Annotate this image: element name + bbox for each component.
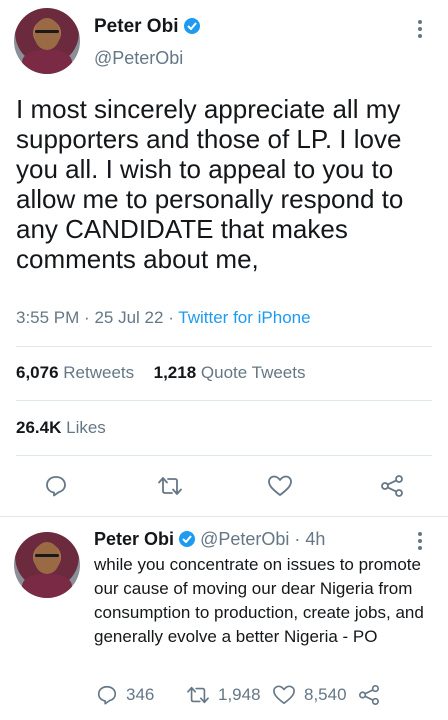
share-icon [381,475,403,497]
reply-button[interactable] [40,472,72,500]
retweet-icon [158,477,182,495]
divider [16,400,432,401]
like-button[interactable] [264,472,296,500]
divider [16,346,432,347]
divider [16,455,432,456]
more-options-icon[interactable] [414,18,426,40]
reply-age[interactable]: 4h [305,529,325,549]
tweet-meta: 3:55 PM · 25 Jul 22 · Twitter for iPhone [16,308,311,328]
reply-likes-button[interactable]: 8,540 [272,684,347,706]
meta-dot: · [168,308,174,327]
tweet-source[interactable]: Twitter for iPhone [178,308,310,327]
meta-dot: · [294,529,301,549]
more-options-icon[interactable] [414,530,426,552]
share-icon [359,685,379,705]
author-avatar[interactable] [14,8,80,74]
tweet-date[interactable]: 25 Jul 22 [94,308,163,327]
reply-icon [46,476,66,497]
meta-dot: · [84,308,90,327]
verified-badge-icon [183,18,200,34]
author-handle[interactable]: @PeterObi [94,48,183,69]
like-icon [273,685,295,705]
quote-tweets-count: 1,218 [153,363,197,382]
reply-replies-button[interactable]: 346 [96,684,154,706]
thread-divider [0,516,448,517]
retweet-icon [187,686,209,704]
reply-author-name[interactable]: Peter Obi [94,529,174,549]
reply-text: while you concentrate on issues to promo… [94,555,424,646]
quote-tweets-stat[interactable]: 1,218 Quote Tweets [154,363,306,382]
tweet-text: I most sincerely appreciate all my suppo… [16,94,404,274]
like-icon [268,475,292,496]
tweet-time: 3:55 PM [16,308,80,327]
reply-header: Peter Obi @PeterObi · 4h [94,528,325,550]
retweets-stat[interactable]: 6,076 Retweets [16,363,139,382]
share-button[interactable] [376,472,408,500]
reply-share-button[interactable] [357,684,381,706]
likes-stat[interactable]: 26.4K Likes [16,418,106,438]
reply-icon [97,685,117,705]
likes-count: 26.4K [16,418,62,437]
reply-likes-count: 8,540 [304,685,347,704]
verified-badge-icon [179,531,196,547]
reply-author-avatar[interactable] [14,532,80,598]
likes-label: Likes [66,418,106,437]
retweet-button[interactable] [152,472,188,500]
author-name-row[interactable]: Peter Obi [94,16,200,38]
reply-replies-count: 346 [126,685,155,704]
retweets-count: 6,076 [16,363,59,382]
quote-tweets-label: Quote Tweets [200,363,306,382]
retweets-label: Retweets [63,363,135,382]
reply-retweets-button[interactable]: 1,948 [186,684,261,706]
author-name[interactable]: Peter Obi [94,16,178,37]
engagement-stats: 6,076 Retweets 1,218 Quote Tweets [16,363,306,383]
reply-retweets-count: 1,948 [218,685,261,704]
reply-author-handle[interactable]: @PeterObi [200,529,289,549]
